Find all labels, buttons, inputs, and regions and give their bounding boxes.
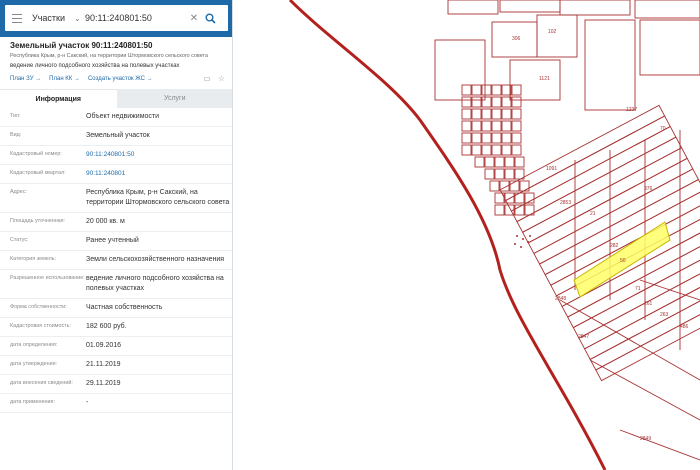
plan-kk-link[interactable]: План КК → xyxy=(49,76,80,82)
info-row: дата определения: 01.09.2016 xyxy=(0,337,232,356)
cadastral-quarter-link[interactable]: 90:11:240801 xyxy=(86,169,231,179)
info-value: ведение личного подсобного хозяйства на … xyxy=(86,275,224,292)
info-row: Тип: Объект недвижимости xyxy=(0,108,232,127)
info-row: Категория земель: Земли сельскохозяйствен… xyxy=(0,251,232,270)
menu-icon[interactable] xyxy=(5,5,29,31)
map-label: 376 xyxy=(644,186,653,192)
info-value: Земли сельскохозяйственного назначения xyxy=(86,256,225,263)
info-key: Статус: xyxy=(10,237,29,243)
info-value: Объект недвижимости xyxy=(86,113,160,120)
info-panel: Участки ⌄ ✕ Земельный участок 90:11:2408… xyxy=(0,0,233,470)
info-key: дата применения: xyxy=(10,399,55,405)
map-label: 261 xyxy=(644,301,653,307)
search-input[interactable] xyxy=(83,13,187,23)
tab-info[interactable]: Информация xyxy=(0,89,117,108)
info-value: 182 600 руб. xyxy=(86,323,127,330)
map-label: 1091 xyxy=(546,166,557,172)
collapse-panel-button[interactable]: ‹ xyxy=(232,8,241,28)
road-line xyxy=(288,0,607,470)
star-icon[interactable]: ☆ xyxy=(218,74,225,83)
info-value: Ранее учтенный xyxy=(86,237,139,244)
map-label: 1121 xyxy=(539,76,550,82)
info-row: Вид: Земельный участок xyxy=(0,127,232,146)
info-value: Частная собственность xyxy=(86,304,163,311)
info-key: Форма собственности: xyxy=(10,304,67,310)
info-row: дата утверждения: 21.11.2019 xyxy=(0,356,232,375)
info-row: Кадастровый квартал: 90:11:240801 xyxy=(0,165,232,184)
info-row: Кадастровый номер: 90:11:240801:50 xyxy=(0,146,232,165)
plot-group-top xyxy=(434,0,700,111)
info-row: Кадастровая стоимость: 182 600 руб. xyxy=(0,318,232,337)
map-label: 2849 xyxy=(640,436,651,442)
info-value: 20 000 кв. м xyxy=(86,218,125,225)
info-row: Разрешенное использование: ведение личног… xyxy=(0,270,232,299)
info-key: Кадастровая стоимость: xyxy=(10,323,71,329)
map-label: 2848 xyxy=(555,296,566,302)
info-key: Кадастровый квартал: xyxy=(10,170,66,176)
info-value: 01.09.2016 xyxy=(86,342,122,349)
info-value: Земельный участок xyxy=(86,132,150,139)
info-key: Адрес: xyxy=(10,189,27,195)
map-label: 282 xyxy=(610,243,619,249)
info-key: Площадь уточненная: xyxy=(10,218,66,224)
map-points xyxy=(514,235,531,248)
info-value: - xyxy=(86,399,89,406)
info-row: Форма собственности: Частная собственност… xyxy=(0,299,232,318)
info-row: Статус: Ранее учтенный xyxy=(0,232,232,251)
info-row: Адрес: Республика Крым, р-н Сакский, на т… xyxy=(0,184,232,213)
info-row: Площадь уточненная: 20 000 кв. м xyxy=(0,213,232,232)
search-box: Участки ⌄ ✕ xyxy=(5,5,228,31)
info-row: дата применения: - xyxy=(0,394,232,413)
info-value: Республика Крым, р-н Сакский, на террито… xyxy=(86,189,230,206)
map-label: 263 xyxy=(660,312,669,318)
search-bar: Участки ⌄ ✕ xyxy=(0,0,232,37)
plot-grid-left xyxy=(461,84,535,216)
map-label: 102 xyxy=(548,29,557,35)
tab-services[interactable]: Услуги xyxy=(116,89,232,108)
tab-bar: Информация Услуги xyxy=(0,89,232,108)
parcel-use: ведение личного подсобного хозяйства на … xyxy=(10,63,180,69)
info-table: Тип: Объект недвижимости Вид: Земельный уч… xyxy=(0,108,232,413)
map-label: 71 xyxy=(635,286,641,292)
plan-zu-link[interactable]: План ЗУ → xyxy=(10,76,41,82)
search-icon xyxy=(205,13,216,24)
info-row: дата внесения сведений: 29.11.2019 xyxy=(0,375,232,394)
info-value: 29.11.2019 xyxy=(86,380,121,387)
parcel-address: Республика Крым, р-н Сакский, на террито… xyxy=(10,53,208,59)
map-label: 2847 xyxy=(578,334,589,340)
map-label: 2853 xyxy=(560,200,571,206)
create-parcel-link[interactable]: Создать участок ЖС → xyxy=(88,76,153,82)
info-key: Вид: xyxy=(10,132,22,138)
map-label: 486 xyxy=(680,324,689,330)
info-key: Кадастровый номер: xyxy=(10,151,62,157)
info-key: Тип: xyxy=(10,113,21,119)
info-key: дата внесения сведений: xyxy=(10,380,73,386)
info-key: Категория земель: xyxy=(10,256,57,262)
clear-icon[interactable]: ✕ xyxy=(187,13,201,24)
map-label: 1237 xyxy=(626,107,637,113)
parcel-title: Земельный участок 90:11:240801:50 xyxy=(10,41,153,50)
chevron-down-icon[interactable]: ⌄ xyxy=(74,14,83,23)
plot-strips xyxy=(499,104,700,382)
parcel-links: План ЗУ → План КК → Создать участок ЖС →… xyxy=(10,74,225,83)
cadastral-number-link[interactable]: 90:11:240801:50 xyxy=(86,150,231,160)
chat-icon[interactable]: ▭ xyxy=(203,74,211,83)
map-label: 50 xyxy=(620,258,626,264)
search-button[interactable] xyxy=(201,5,219,31)
info-key: дата утверждения: xyxy=(10,361,58,367)
category-select[interactable]: Участки xyxy=(29,13,74,23)
map-label: 70 xyxy=(660,126,666,132)
map-label: 306 xyxy=(512,36,521,42)
map-label: 21 xyxy=(590,211,596,217)
info-key: дата определения: xyxy=(10,342,58,348)
info-value: 21.11.2019 xyxy=(86,361,121,368)
info-key: Разрешенное использование: xyxy=(10,275,85,281)
